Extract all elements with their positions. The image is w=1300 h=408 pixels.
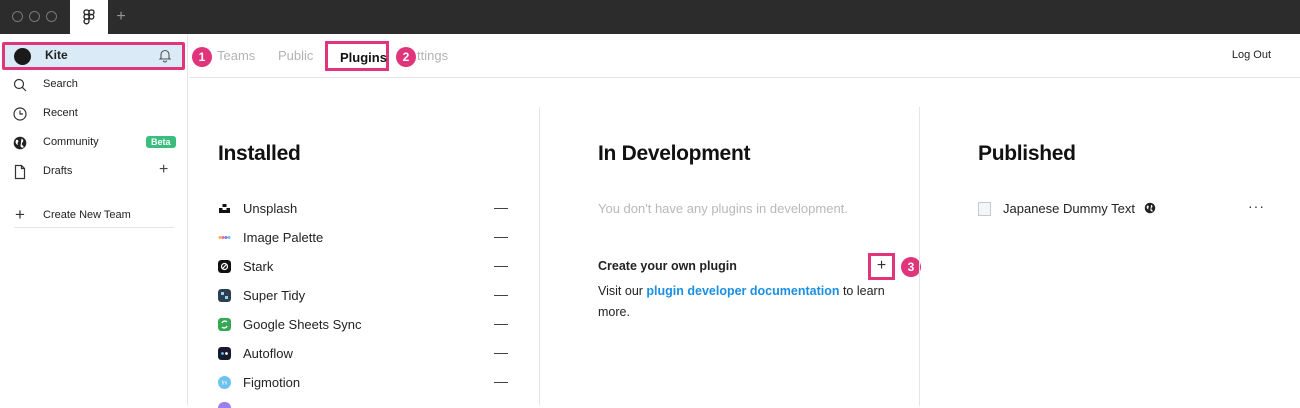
tab-plugins-label: Plugins [340, 50, 387, 65]
partially-visible-plugin-icon [218, 402, 231, 408]
avatar [14, 48, 31, 65]
list-item[interactable]: fm Figmotion — [218, 373, 508, 395]
tab-teams[interactable]: Teams [217, 48, 255, 63]
remove-plugin-button[interactable]: — [494, 199, 508, 215]
list-item[interactable]: Image Palette — [218, 228, 508, 250]
sidebar-item-label: Community [43, 136, 99, 148]
sidebar-item-community[interactable]: Community Beta [0, 130, 188, 156]
plugin-name: Figmotion [243, 375, 301, 390]
create-plugin-button[interactable]: + [868, 253, 895, 280]
plugin-name: Unsplash [243, 201, 298, 216]
new-tab-button[interactable]: + [112, 6, 130, 28]
plugin-name: Autoflow [243, 346, 293, 361]
list-item[interactable]: Stark — [218, 257, 508, 279]
list-item[interactable]: Unsplash — [218, 199, 508, 221]
document-icon [978, 202, 991, 216]
remove-plugin-button[interactable]: — [494, 373, 508, 389]
remove-plugin-button[interactable]: — [494, 286, 508, 302]
clock-icon [13, 107, 27, 121]
remove-plugin-button[interactable]: — [494, 257, 508, 273]
user-account-row[interactable]: Kite [2, 42, 185, 70]
tab-plugins[interactable]: Plugins [325, 41, 389, 71]
super-tidy-icon [218, 289, 231, 302]
plugin-name: Japanese Dummy Text [1003, 201, 1135, 216]
sidebar-item-search[interactable]: Search [0, 72, 188, 98]
autoflow-icon [218, 347, 231, 360]
globe-icon [13, 136, 27, 150]
plus-icon: + [15, 205, 25, 224]
beta-badge: Beta [146, 136, 176, 148]
in-development-heading: In Development [598, 142, 751, 165]
sidebar-item-recent[interactable]: Recent [0, 101, 188, 127]
user-name: Kite [45, 48, 68, 62]
tab-public[interactable]: Public [278, 48, 313, 63]
step-marker-1: 1 [192, 47, 212, 67]
figma-logo-icon [83, 9, 95, 25]
bell-icon[interactable] [158, 48, 172, 63]
sidebar-item-label: Drafts [43, 165, 73, 177]
window-titlebar: + [0, 0, 1300, 34]
create-new-team-label: Create New Team [43, 209, 131, 221]
plugin-name: Super Tidy [243, 288, 306, 303]
stark-icon [218, 260, 231, 273]
google-sheets-sync-icon [218, 318, 231, 331]
create-text-before: Visit our [598, 284, 647, 298]
image-palette-icon [218, 236, 231, 239]
minimize-window-button[interactable] [29, 11, 40, 22]
sidebar: Search Recent Community Beta Drafts + + … [0, 34, 188, 406]
list-item[interactable]: Autoflow — [218, 344, 508, 366]
svg-text:fm: fm [222, 381, 228, 387]
published-heading: Published [978, 142, 1076, 165]
figmotion-icon: fm [218, 376, 231, 389]
step-marker-2: 2 [396, 47, 416, 67]
remove-plugin-button[interactable]: — [494, 344, 508, 360]
plugin-name: Stark [243, 259, 274, 274]
list-item[interactable]: Google Sheets Sync — [218, 315, 508, 337]
create-plugin-description: Visit our plugin developer documentation… [598, 281, 898, 323]
create-plugin-title: Create your own plugin [598, 259, 737, 273]
plugin-name: Image Palette [243, 230, 324, 245]
tab-settings[interactable]: ttings [417, 48, 448, 63]
remove-plugin-button[interactable]: — [494, 315, 508, 331]
plugin-docs-link[interactable]: plugin developer documentation [646, 284, 839, 298]
sidebar-item-label: Search [43, 78, 78, 90]
installed-heading: Installed [218, 142, 301, 165]
maximize-window-button[interactable] [46, 11, 57, 22]
step-marker-3: 3 [901, 257, 921, 277]
column-divider [919, 107, 920, 406]
list-item[interactable]: Japanese Dummy Text ··· [978, 198, 1268, 221]
sidebar-item-label: Recent [43, 107, 78, 119]
column-divider [539, 107, 540, 406]
log-out-link[interactable]: Log Out [1232, 49, 1271, 61]
close-window-button[interactable] [12, 11, 23, 22]
empty-development-text: You don't have any plugins in developmen… [598, 201, 848, 216]
create-new-team-button[interactable]: + Create New Team [0, 203, 188, 229]
more-options-button[interactable]: ··· [1248, 198, 1265, 214]
search-icon [13, 78, 27, 92]
figma-home-tab[interactable] [70, 0, 108, 34]
unsplash-icon [219, 204, 230, 213]
sidebar-item-drafts[interactable]: Drafts + [0, 159, 188, 185]
file-icon [14, 164, 26, 180]
list-item[interactable]: Super Tidy — [218, 286, 508, 308]
globe-icon [1144, 202, 1156, 214]
plugin-name: Google Sheets Sync [243, 317, 362, 332]
add-draft-button[interactable]: + [159, 161, 168, 179]
remove-plugin-button[interactable]: — [494, 228, 508, 244]
